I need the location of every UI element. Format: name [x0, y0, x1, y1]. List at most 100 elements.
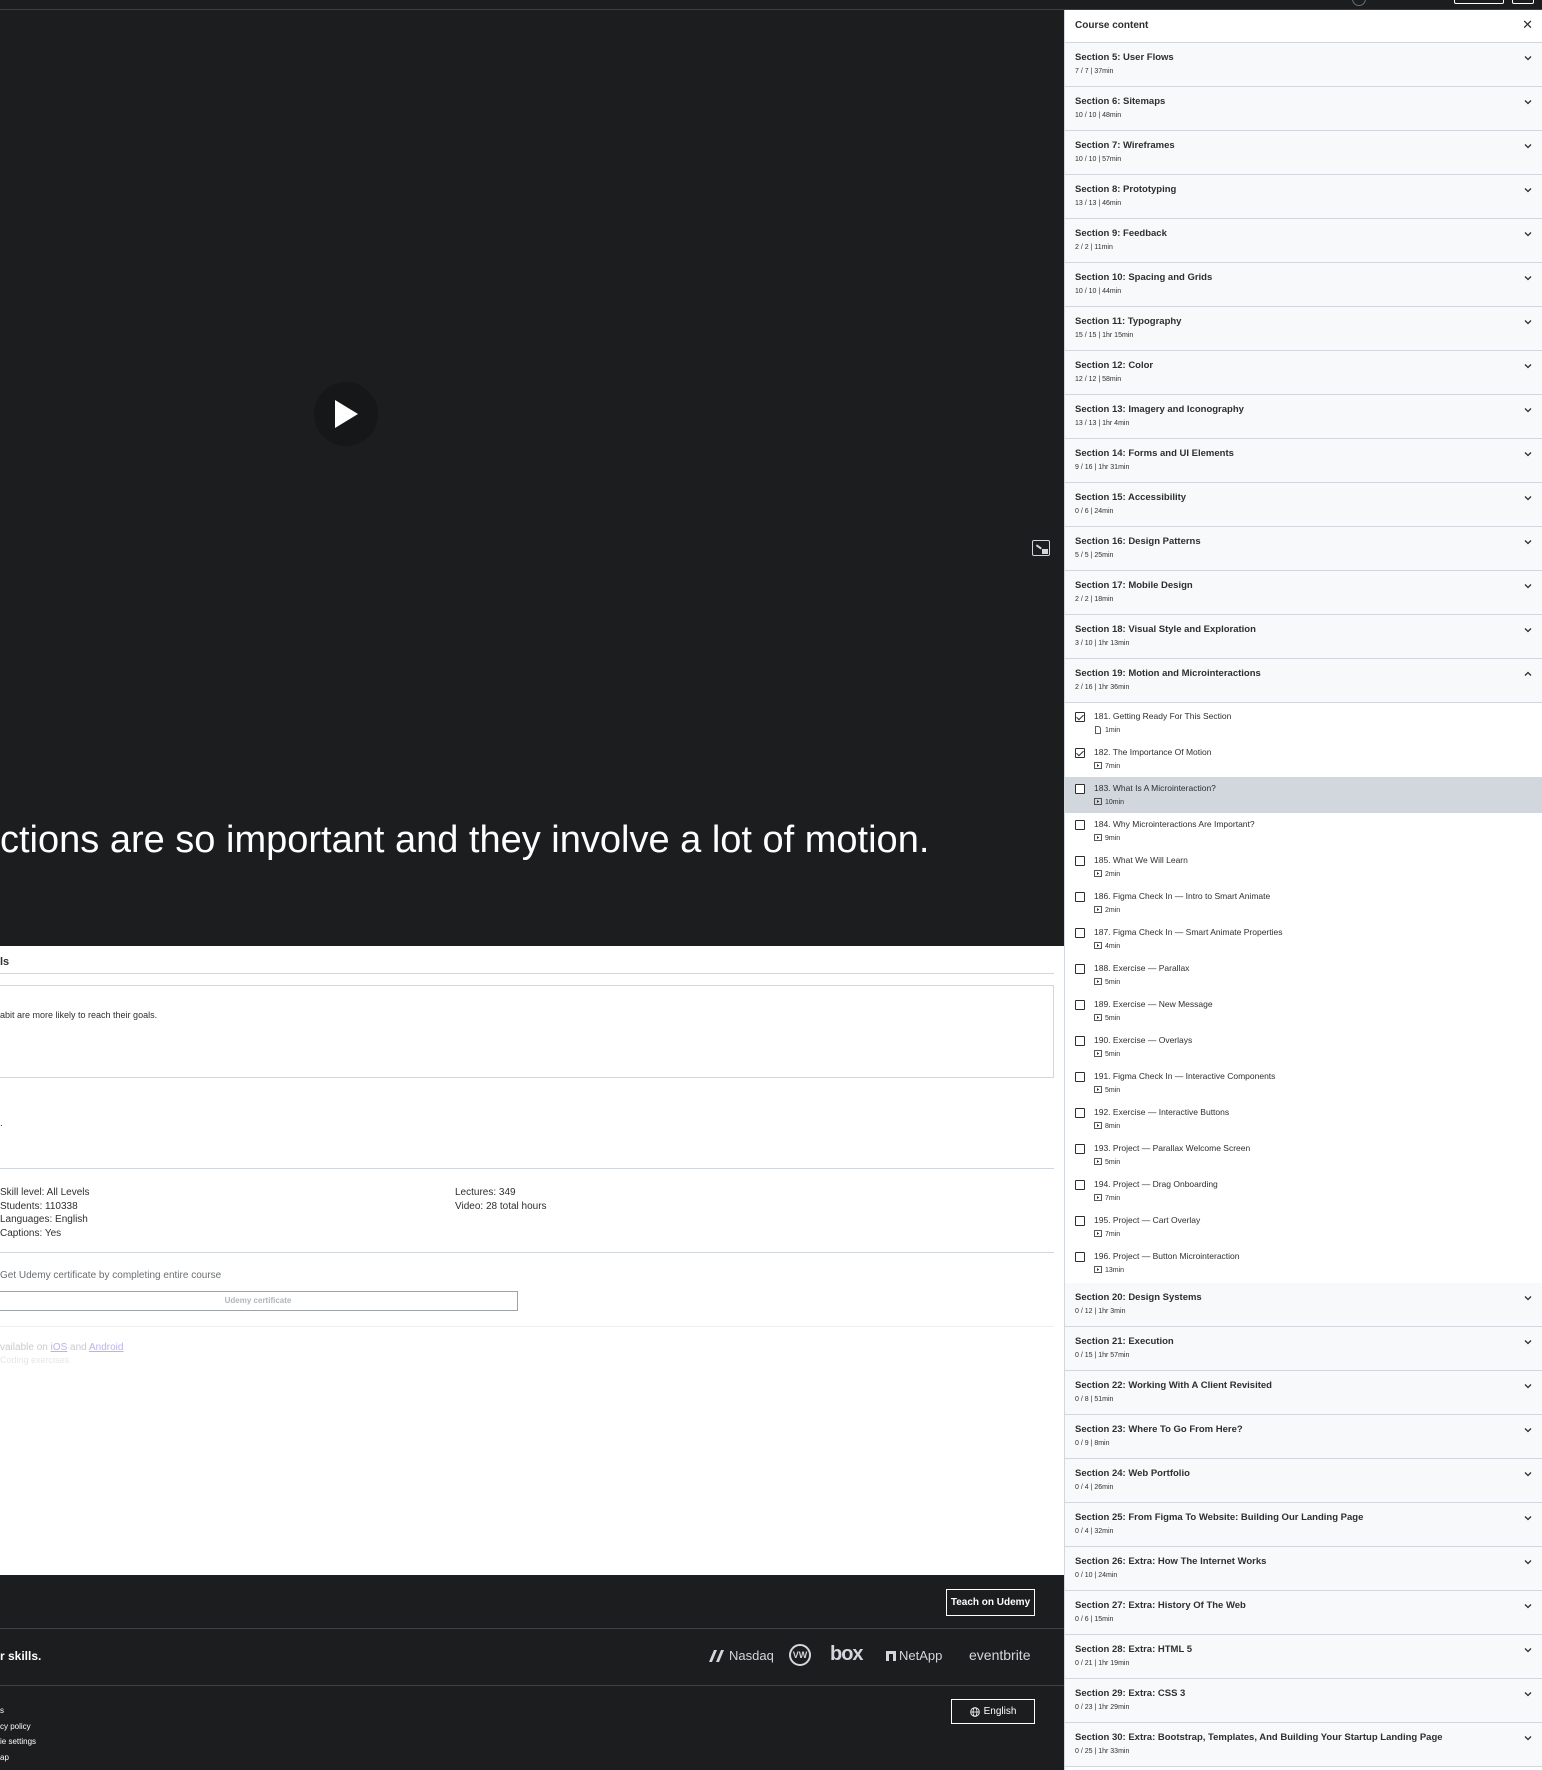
lecture-duration: 9min — [1094, 834, 1120, 842]
lecture-title: 184. Why Microinteractions Are Important… — [1094, 819, 1255, 829]
section-header[interactable]: Section 22: Working With A Client Revisi… — [1065, 1371, 1542, 1415]
section-header[interactable]: Section 21: Execution 0 / 15 | 1hr 57min — [1065, 1327, 1542, 1371]
lecture-item[interactable]: 181. Getting Ready For This Section 1min — [1065, 705, 1542, 741]
lecture-checkbox[interactable] — [1075, 1144, 1085, 1154]
lecture-item[interactable]: 196. Project — Button Microinteraction 13… — [1065, 1245, 1542, 1281]
lecture-checkbox[interactable] — [1075, 784, 1085, 794]
section-header[interactable]: Section 29: Extra: CSS 3 0 / 23 | 1hr 29m… — [1065, 1679, 1542, 1723]
section-header[interactable]: Section 27: Extra: History Of The Web 0 /… — [1065, 1591, 1542, 1635]
section-header[interactable]: Section 13: Imagery and Iconography 13 / … — [1065, 395, 1542, 439]
section-header[interactable]: Section 15: Accessibility 0 / 6 | 24min — [1065, 483, 1542, 527]
sidebar-header: Course content ✕ — [1065, 10, 1542, 43]
lecture-item[interactable]: 185. What We Will Learn 2min — [1065, 849, 1542, 885]
divider — [0, 1252, 1054, 1253]
lecture-checkbox[interactable] — [1075, 928, 1085, 938]
lecture-title: 189. Exercise — New Message — [1094, 999, 1213, 1009]
lecture-checkbox[interactable] — [1075, 1108, 1085, 1118]
section-header[interactable]: Section 8: Prototyping 13 / 13 | 46min — [1065, 175, 1542, 219]
video-player[interactable]: ctions are so important and they involve… — [0, 10, 1064, 946]
lecture-item[interactable]: 192. Exercise — Interactive Buttons 8min — [1065, 1101, 1542, 1137]
section-meta: 0 / 6 | 24min — [1075, 508, 1114, 515]
lecture-item[interactable]: 188. Exercise — Parallax 5min — [1065, 957, 1542, 993]
section-header[interactable]: Section 11: Typography 15 / 15 | 1hr 15mi… — [1065, 307, 1542, 351]
sidebar-title: Course content — [1075, 20, 1149, 31]
section-header[interactable]: Section 7: Wireframes 10 / 10 | 57min — [1065, 131, 1542, 175]
section-header[interactable]: Section 9: Feedback 2 / 2 | 11min — [1065, 219, 1542, 263]
lecture-item[interactable]: 186. Figma Check In — Intro to Smart Ani… — [1065, 885, 1542, 921]
expand-icon[interactable] — [1032, 540, 1050, 556]
section-meta: 9 / 16 | 1hr 31min — [1075, 464, 1130, 471]
lecture-item[interactable]: 193. Project — Parallax Welcome Screen 5m… — [1065, 1137, 1542, 1173]
lecture-item[interactable]: 182. The Importance Of Motion 7min — [1065, 741, 1542, 777]
lecture-checkbox[interactable] — [1075, 892, 1085, 902]
play-button[interactable] — [314, 382, 378, 446]
lecture-checkbox[interactable] — [1075, 1000, 1085, 1010]
section-header[interactable]: Section 14: Forms and UI Elements 9 / 16 … — [1065, 439, 1542, 483]
lecture-item[interactable]: 184. Why Microinteractions Are Important… — [1065, 813, 1542, 849]
section-title: Section 13: Imagery and Iconography — [1075, 404, 1244, 415]
section-header[interactable]: Section 23: Where To Go From Here? 0 / 9 … — [1065, 1415, 1542, 1459]
lecture-title: 185. What We Will Learn — [1094, 855, 1188, 865]
section-header[interactable]: Section 30: Extra: Bootstrap, Templates,… — [1065, 1723, 1542, 1767]
section-header[interactable]: Section 19: Motion and Microinteractions… — [1065, 659, 1542, 703]
lecture-checkbox[interactable] — [1075, 820, 1085, 830]
section-header[interactable]: Section 18: Visual Style and Exploration… — [1065, 615, 1542, 659]
chevron-down-icon — [1524, 188, 1532, 193]
section-header[interactable]: Section 25: From Figma To Website: Build… — [1065, 1503, 1542, 1547]
lecture-checkbox[interactable] — [1075, 712, 1085, 722]
section-header[interactable]: Section 5: User Flows 7 / 7 | 37min — [1065, 43, 1542, 87]
footer-link-cookie-settings[interactable]: ie settings — [0, 1737, 36, 1746]
section-header[interactable]: Section 10: Spacing and Grids 10 / 10 | 4… — [1065, 263, 1542, 307]
lecture-item[interactable]: 191. Figma Check In — Interactive Compon… — [1065, 1065, 1542, 1101]
language-button[interactable]: English — [951, 1699, 1035, 1724]
lecture-item[interactable]: 189. Exercise — New Message 5min — [1065, 993, 1542, 1029]
section-header[interactable]: Section 26: Extra: How The Internet Work… — [1065, 1547, 1542, 1591]
section-header[interactable]: Section 24: Web Portfolio 0 / 4 | 26min — [1065, 1459, 1542, 1503]
lecture-duration: 7min — [1094, 1194, 1120, 1202]
video-icon — [1094, 834, 1102, 841]
course-content-sidebar: Course content ✕ Section 5: User Flows 7 … — [1064, 10, 1542, 1770]
section-meta: 13 / 13 | 1hr 4min — [1075, 420, 1130, 427]
lecture-item[interactable]: 194. Project — Drag Onboarding 7min — [1065, 1173, 1542, 1209]
lecture-item[interactable]: 187. Figma Check In — Smart Animate Prop… — [1065, 921, 1542, 957]
certificate-button[interactable]: Udemy certificate — [0, 1291, 518, 1311]
lecture-duration: 7min — [1094, 1230, 1120, 1238]
tab-label[interactable]: ls — [0, 956, 9, 968]
lecture-checkbox[interactable] — [1075, 1252, 1085, 1262]
lecture-checkbox[interactable] — [1075, 856, 1085, 866]
lecture-checkbox[interactable] — [1075, 1072, 1085, 1082]
stat-students: Students: 110338 — [0, 1200, 78, 1212]
video-icon — [1094, 1122, 1102, 1129]
chevron-down-icon — [1524, 408, 1532, 413]
section-header[interactable]: Section 16: Design Patterns 5 / 5 | 25min — [1065, 527, 1542, 571]
section-header[interactable]: Section 6: Sitemaps 10 / 10 | 48min — [1065, 87, 1542, 131]
teach-on-udemy-button[interactable]: Teach on Udemy — [946, 1589, 1035, 1616]
footer-link-privacy[interactable]: cy policy — [0, 1722, 31, 1731]
lecture-duration: 7min — [1094, 762, 1120, 770]
share-button[interactable] — [1454, 0, 1504, 4]
stats-right: Lectures: 349 Video: 28 total hours — [455, 1186, 547, 1213]
android-link[interactable]: Android — [89, 1342, 123, 1353]
lecture-checkbox[interactable] — [1075, 748, 1085, 758]
lecture-item[interactable]: 195. Project — Cart Overlay 7min — [1065, 1209, 1542, 1245]
chevron-down-icon — [1524, 1296, 1532, 1301]
footer-link[interactable]: s — [0, 1706, 4, 1715]
section-header[interactable]: Section 20: Design Systems 0 / 12 | 1hr 3… — [1065, 1283, 1542, 1327]
lecture-checkbox[interactable] — [1075, 964, 1085, 974]
lecture-checkbox[interactable] — [1075, 1216, 1085, 1226]
close-icon[interactable]: ✕ — [1522, 17, 1533, 33]
section-header[interactable]: Section 28: Extra: HTML 5 0 / 21 | 1hr 19… — [1065, 1635, 1542, 1679]
ios-link[interactable]: iOS — [51, 1342, 68, 1353]
footer-link-sitemap[interactable]: ap — [0, 1753, 9, 1762]
lecture-duration-text: 7min — [1105, 1230, 1121, 1238]
lecture-item[interactable]: 183. What Is A Microinteraction? 10min — [1065, 777, 1542, 813]
progress-icon[interactable] — [1352, 0, 1366, 6]
lecture-item[interactable]: 190. Exercise — Overlays 5min — [1065, 1029, 1542, 1065]
section-title: Section 5: User Flows — [1075, 52, 1174, 63]
lecture-checkbox[interactable] — [1075, 1180, 1085, 1190]
section-header[interactable]: Section 12: Color 12 / 12 | 58min — [1065, 351, 1542, 395]
section-header[interactable]: Section 17: Mobile Design 2 / 2 | 18min — [1065, 571, 1542, 615]
chevron-down-icon — [1524, 1428, 1532, 1433]
lecture-checkbox[interactable] — [1075, 1036, 1085, 1046]
more-options-button[interactable] — [1512, 0, 1534, 4]
